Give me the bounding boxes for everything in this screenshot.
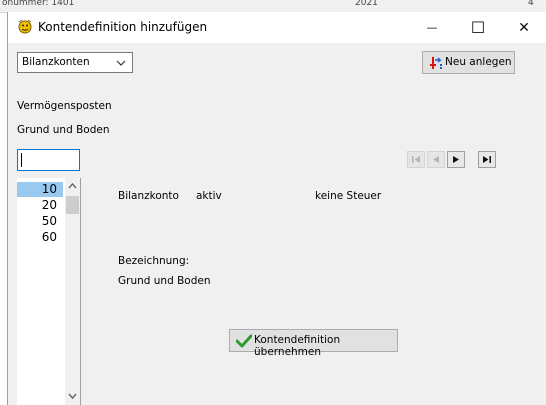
scrollbar-thumb[interactable] (66, 196, 79, 214)
new-account-button[interactable]: Neu anlegen (422, 51, 515, 74)
app-icon (18, 19, 32, 34)
chevron-down-icon (116, 60, 126, 66)
minimize-icon: — (426, 21, 438, 34)
nav-first-button[interactable] (407, 151, 425, 168)
list-item[interactable]: 50 (17, 214, 63, 229)
previous-record-icon (433, 156, 439, 163)
window-title: Kontendefinition hinzufügen (38, 20, 208, 34)
tax-text: keine Steuer (315, 190, 382, 202)
scroll-up-icon[interactable] (67, 181, 78, 191)
account-type-value: Bilanzkonten (22, 56, 90, 68)
list-item[interactable]: 60 (17, 230, 63, 245)
new-record-icon (430, 57, 442, 69)
account-side-text: aktiv (196, 190, 222, 202)
checkmark-icon (236, 334, 252, 348)
apply-account-definition-button[interactable]: Kontendefinition übernehmen (229, 329, 398, 358)
list-item[interactable]: 20 (17, 198, 63, 213)
nav-previous-button[interactable] (427, 151, 445, 168)
new-account-label: Neu anlegen (445, 56, 512, 68)
dialog-window: Kontendefinition hinzufügen — ☐ ✕ Bilanz… (7, 12, 546, 405)
list-scrollbar[interactable] (65, 178, 80, 405)
maximize-button[interactable]: ☐ (455, 12, 501, 43)
apply-button-label: Kontendefinition übernehmen (254, 334, 341, 358)
account-search-input[interactable] (17, 149, 80, 171)
category-group-label: Vermögensposten (17, 100, 112, 112)
description-value: Grund und Boden (118, 275, 211, 287)
maximize-icon: ☐ (470, 18, 486, 37)
account-kind-text: Bilanzkonto (118, 190, 179, 202)
background-text-left: onummer: 1401 (2, 0, 75, 8)
description-label: Bezeichnung: (118, 255, 190, 267)
first-record-icon (412, 156, 420, 163)
list-item[interactable]: 10 (17, 182, 63, 197)
text-cursor (21, 153, 22, 167)
background-text-right: 4 (528, 0, 534, 8)
last-record-icon (483, 156, 491, 163)
nav-next-button[interactable] (447, 151, 465, 168)
category-item-label: Grund und Boden (17, 124, 110, 136)
account-number-list[interactable]: 10 20 50 60 (17, 178, 81, 405)
minimize-button[interactable]: — (409, 12, 455, 43)
next-record-icon (453, 156, 459, 163)
account-type-dropdown[interactable]: Bilanzkonten (17, 52, 133, 73)
close-button[interactable]: ✕ (501, 12, 546, 43)
nav-last-button[interactable] (478, 151, 496, 168)
title-bar[interactable]: Kontendefinition hinzufügen — ☐ ✕ (8, 12, 546, 43)
background-text-mid: 2021 (355, 0, 378, 8)
scroll-down-icon[interactable] (67, 391, 78, 401)
account-detail-panel (81, 178, 546, 405)
close-icon: ✕ (518, 19, 530, 36)
